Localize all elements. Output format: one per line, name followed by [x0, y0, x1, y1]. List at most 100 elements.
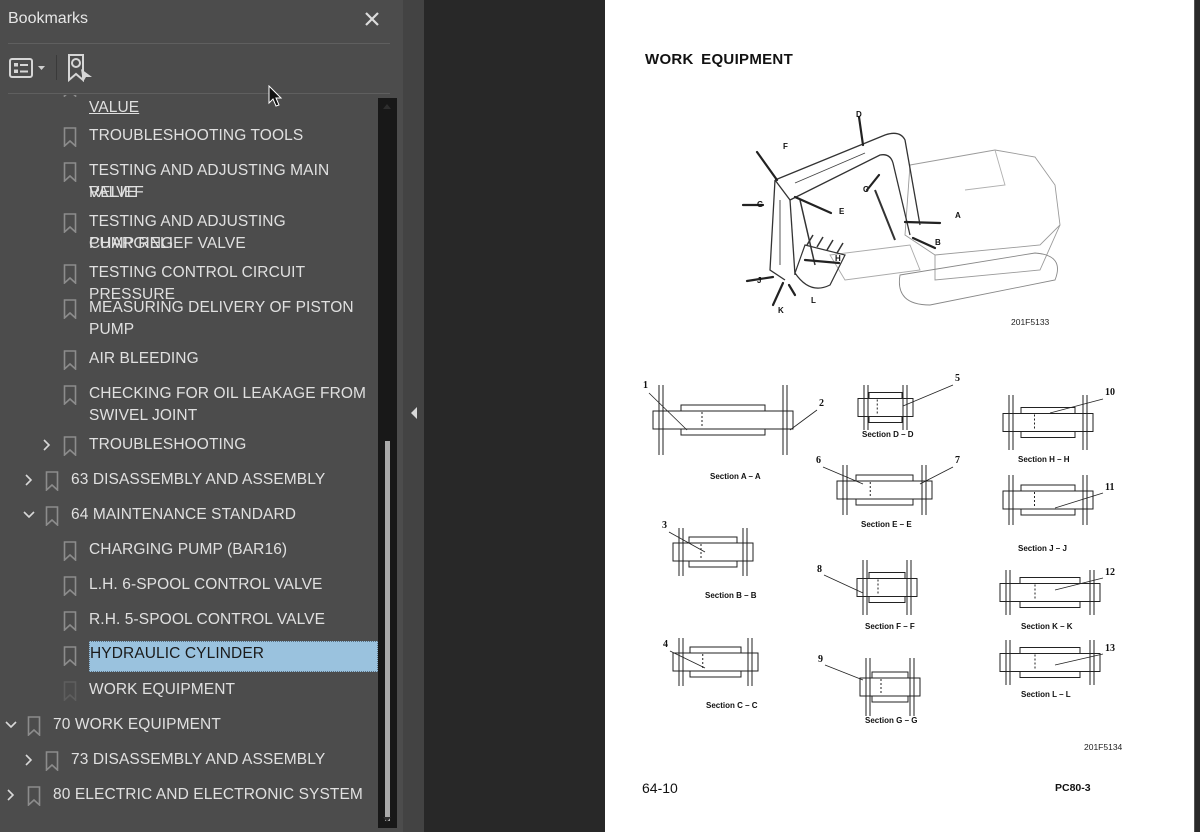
callout-leader — [789, 409, 818, 431]
bookmark-icon — [63, 95, 77, 97]
bookmark-label[interactable]: 64 MAINTENANCE STANDARD — [71, 504, 300, 526]
bookmark-label-continued[interactable]: SWIVEL JOINT — [89, 405, 201, 427]
bookmark-icon — [63, 162, 77, 182]
bookmark-label-continued[interactable]: PUMP — [89, 319, 138, 341]
bookmark-icon — [63, 213, 77, 233]
chevron-right-icon[interactable] — [4, 788, 18, 802]
section-drawing — [672, 528, 754, 576]
figure-code: 201F5134 — [1084, 742, 1123, 752]
bookmark-label[interactable]: MEASURING DELIVERY OF PISTON — [89, 297, 358, 319]
toolbar-separator — [56, 55, 57, 80]
bookmarks-panel: Bookmarks VALUE TROUBLESHOOTING TOOLS TE… — [0, 0, 403, 832]
bookmark-icon — [63, 646, 77, 666]
section-label: Section H – H — [1018, 455, 1070, 464]
section-drawing — [672, 638, 759, 686]
callout-number: 13 — [1105, 643, 1115, 654]
bookmark-label[interactable]: TROUBLESHOOTING TOOLS — [89, 125, 307, 147]
bookmark-label[interactable]: 63 DISASSEMBLY AND ASSEMBLY — [71, 469, 329, 491]
close-icon — [365, 12, 379, 26]
bookmark-label[interactable]: 80 ELECTRIC AND ELECTRONIC SYSTEM — [53, 784, 367, 806]
section-label: Section C – C — [706, 701, 758, 710]
bookmark-icon — [63, 541, 77, 561]
section-label: Section F – F — [865, 622, 915, 631]
bookmark-label[interactable]: VALUE — [89, 97, 143, 119]
callout-number: 9 — [818, 654, 823, 665]
bookmark-label[interactable]: L.H. 6-SPOOL CONTROL VALVE — [89, 574, 326, 596]
chevron-down-icon[interactable] — [22, 508, 36, 522]
options-menu-button[interactable] — [8, 56, 48, 80]
bookmark-label[interactable]: AIR BLEEDING — [89, 348, 203, 370]
callout-number: 10 — [1105, 387, 1115, 398]
bookmark-label[interactable]: CHARGING PUMP (BAR16) — [89, 539, 291, 561]
scroll-up-arrow-icon[interactable] — [383, 104, 391, 109]
section-drawing — [856, 560, 918, 615]
bookmark-label[interactable]: TROUBLESHOOTING — [89, 434, 250, 456]
bookmark-label[interactable]: 73 DISASSEMBLY AND ASSEMBLY — [71, 749, 329, 771]
pdf-page: WORK EQUIPMENT D F C G E A B H J K L 201… — [605, 0, 1194, 832]
scroll-down-arrow-icon[interactable] — [383, 817, 391, 822]
bookmark-tree: TABLE OF JUDGEMENT STANDARDVALUETROUBLES… — [0, 95, 378, 832]
section-drawing — [652, 385, 794, 455]
bookmark-icon — [63, 127, 77, 147]
section-drawing — [1002, 395, 1094, 450]
section-label: Section G – G — [865, 716, 918, 725]
bookmark-icon — [63, 264, 77, 284]
callout-leader — [919, 466, 954, 485]
callout-number: 8 — [817, 564, 822, 575]
bookmark-label[interactable]: CHECKING FOR OIL LEAKAGE FROM — [89, 383, 370, 405]
close-panel-button[interactable] — [360, 8, 384, 32]
callout-number: 1 — [643, 380, 648, 391]
section-label: Section D – D — [862, 430, 914, 439]
collapse-panel-button[interactable] — [409, 405, 419, 421]
callout-leader — [902, 384, 954, 407]
find-current-bookmark-button[interactable] — [66, 53, 94, 83]
bookmark-icon — [63, 681, 77, 701]
page-number: 64-10 — [642, 780, 678, 796]
callout-leader — [668, 531, 706, 553]
callout-number: 5 — [955, 373, 960, 384]
bookmark-label[interactable]: 70 WORK EQUIPMENT — [53, 714, 225, 736]
callout-leader — [1054, 492, 1104, 509]
callout-leader — [669, 650, 706, 669]
chevron-right-icon[interactable] — [22, 753, 36, 767]
bookmark-label-continued[interactable]: VALVE — [89, 182, 141, 204]
bookmark-icon — [27, 786, 41, 806]
callout-leader — [1054, 653, 1104, 666]
section-drawing — [999, 570, 1101, 615]
panel-header: Bookmarks — [0, 0, 403, 44]
section-label: Section J – J — [1018, 544, 1067, 553]
bookmark-icon — [45, 751, 59, 771]
callout-number: 3 — [662, 520, 667, 531]
document-viewport[interactable]: WORK EQUIPMENT D F C G E A B H J K L 201… — [424, 0, 1200, 832]
scrollbar-thumb[interactable] — [385, 441, 390, 821]
bookmark-icon — [27, 716, 41, 736]
section-label: Section L – L — [1021, 690, 1071, 699]
bookmark-icon — [63, 576, 77, 596]
bookmark-label[interactable]: WORK EQUIPMENT — [89, 679, 239, 701]
callout-number: 7 — [955, 455, 960, 466]
section-label: Section A – A — [710, 472, 761, 481]
callout-number: 4 — [663, 639, 668, 650]
callout-number: 6 — [816, 455, 821, 466]
callout-number: 11 — [1105, 482, 1115, 493]
section-drawing — [859, 658, 921, 716]
chevron-right-icon[interactable] — [22, 473, 36, 487]
section-label: Section E – E — [861, 520, 912, 529]
bookmarks-toolbar — [0, 44, 403, 94]
vertical-scrollbar[interactable] — [378, 98, 397, 828]
bookmark-icon — [45, 506, 59, 526]
bookmark-label-continued[interactable]: PUMP RELIEF VALVE — [89, 233, 250, 255]
bookmark-label[interactable]: R.H. 5-SPOOL CONTROL VALVE — [89, 609, 329, 631]
triangle-left-icon — [411, 407, 417, 419]
callout-leader — [1049, 398, 1104, 414]
sections-drawing — [648, 384, 1104, 716]
bookmark-label[interactable]: HYDRAULIC CYLINDER — [89, 641, 378, 672]
toolbar-divider — [8, 93, 390, 94]
chevron-down-icon[interactable] — [4, 718, 18, 732]
callout-leader — [824, 664, 864, 681]
right-scroll-edge — [1194, 0, 1200, 832]
bookmark-icon — [63, 436, 77, 456]
bookmark-icon — [63, 385, 77, 405]
bookmark-icon — [63, 350, 77, 370]
chevron-right-icon[interactable] — [40, 438, 54, 452]
